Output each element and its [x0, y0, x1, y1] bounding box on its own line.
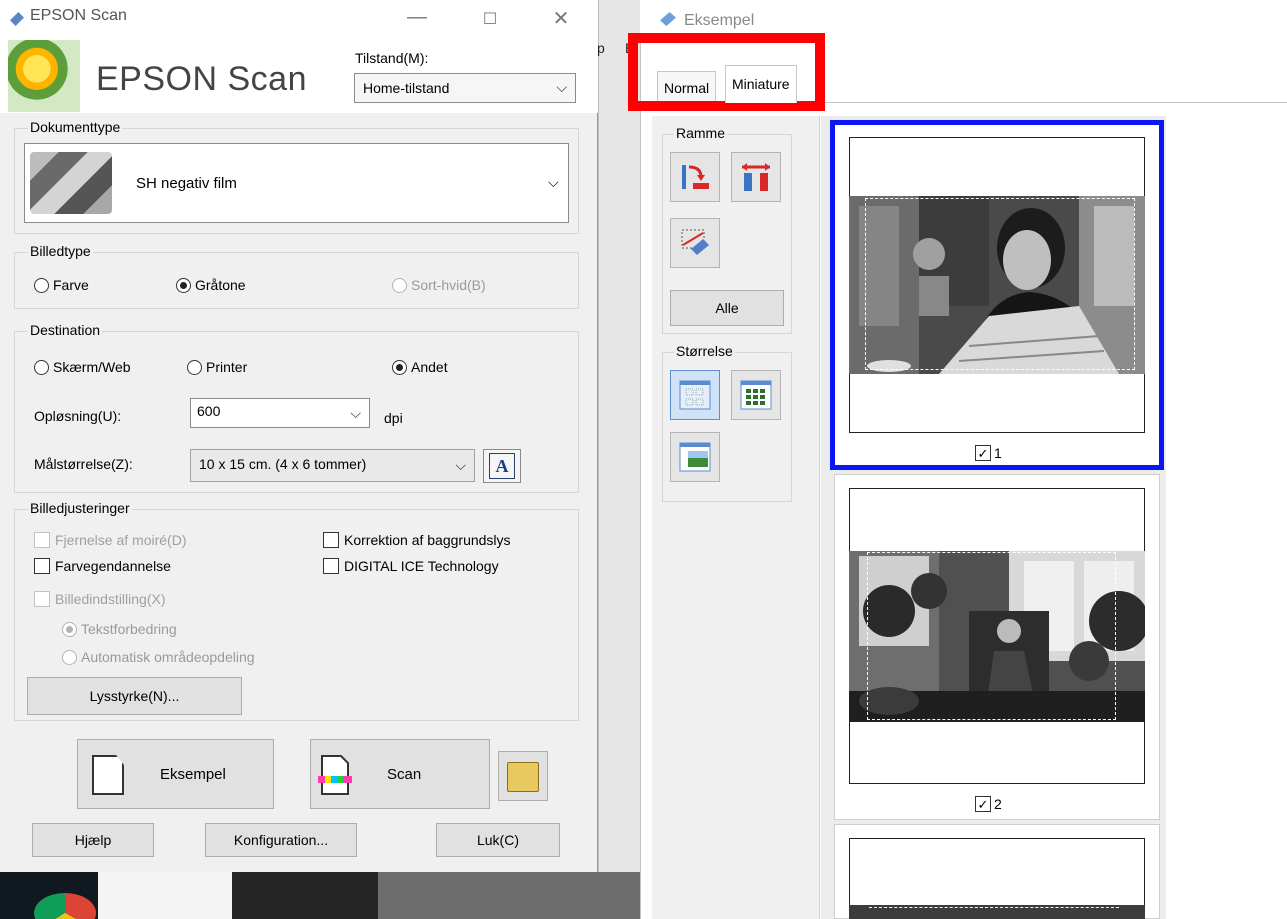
radio-black-white[interactable]: Sort-hvid(B) — [392, 277, 486, 293]
window-title: EPSON Scan — [30, 7, 127, 24]
scan-button[interactable]: Scan — [310, 739, 490, 809]
crop-marquee[interactable] — [865, 198, 1135, 370]
group-title: Ramme — [674, 125, 728, 141]
radio-icon — [34, 277, 49, 293]
preview-window-title: Eksempel — [684, 12, 755, 29]
desktop-window-fragment — [98, 872, 232, 919]
group-title: Størrelse — [674, 343, 735, 359]
target-size-select[interactable]: 10 x 15 cm. (4 x 6 tommer) ⌵ — [190, 449, 475, 482]
radio-auto-area-segmentation[interactable]: Automatisk områdeopdeling — [62, 649, 255, 665]
group-title: Billedjusteringer — [28, 500, 132, 516]
background-window — [598, 0, 640, 872]
thumbnail-size-small-button[interactable] — [670, 370, 720, 420]
all-button[interactable]: Alle — [670, 290, 784, 326]
radio-icon — [187, 359, 202, 375]
crop-marquee[interactable] — [867, 552, 1116, 720]
folder-icon — [507, 762, 539, 792]
radio-printer[interactable]: Printer — [187, 359, 247, 375]
resolution-value: 600 — [197, 403, 221, 419]
checkbox-checked-icon: ✓ — [975, 796, 991, 812]
checkbox-icon — [323, 532, 339, 548]
background-menu-fragment: p — [597, 40, 605, 56]
radio-icon — [62, 649, 77, 665]
desktop-window-fragment — [232, 872, 378, 919]
document-type-value: SH negativ film — [136, 175, 237, 192]
flip-icon — [742, 163, 770, 191]
preview-button-label: Eksempel — [160, 766, 226, 783]
checkbox-checked-icon: ✓ — [975, 445, 991, 461]
crop-marquee[interactable] — [869, 907, 1119, 919]
thumbnail-size-large-button[interactable] — [670, 432, 720, 482]
rotate-frame-button[interactable] — [670, 152, 720, 202]
radio-selected-icon — [62, 621, 77, 637]
brightness-button[interactable]: Lysstyrke(N)... — [27, 677, 242, 715]
checkbox-icon — [323, 558, 339, 574]
film-strip-icon — [30, 152, 112, 214]
tab-miniature[interactable]: Miniature — [725, 65, 797, 103]
scan-button-label: Scan — [387, 766, 422, 783]
radio-grayscale[interactable]: Gråtone — [176, 277, 246, 293]
eraser-icon — [681, 229, 709, 255]
chevron-down-icon: ⌵ — [455, 457, 466, 473]
thumbnail-1-checkbox[interactable]: ✓ 1 — [975, 445, 1002, 461]
checkbox-icon — [34, 532, 50, 548]
configuration-button[interactable]: Konfiguration... — [205, 823, 357, 857]
digital-ice-checkbox[interactable]: DIGITAL ICE Technology — [323, 558, 499, 574]
group-title: Billedtype — [28, 243, 93, 259]
chevron-down-icon: ⌵ — [548, 174, 559, 190]
thumbnail-size-medium-button[interactable] — [731, 370, 781, 420]
maximize-icon[interactable]: ☐ — [475, 9, 505, 29]
target-size-edit-button[interactable]: A — [483, 449, 521, 483]
radio-icon — [392, 277, 407, 293]
checkbox-icon — [34, 591, 50, 607]
radio-selected-icon — [392, 359, 407, 375]
flower-logo-icon — [8, 40, 80, 112]
close-icon[interactable]: ✕ — [546, 6, 576, 31]
document-icon — [92, 755, 124, 795]
mode-value: Home-tilstand — [363, 80, 450, 96]
mode-label: Tilstand(M): — [355, 50, 429, 66]
target-size-value: 10 x 15 cm. (4 x 6 tommer) — [199, 456, 367, 472]
radio-screen-web[interactable]: Skærm/Web — [34, 359, 131, 375]
help-button[interactable]: Hjælp — [32, 823, 154, 857]
radio-icon — [34, 359, 49, 375]
chevron-down-icon: ⌵ — [556, 79, 567, 95]
group-title: Destination — [28, 322, 103, 338]
close-button[interactable]: Luk(C) — [436, 823, 560, 857]
resolution-unit: dpi — [384, 410, 403, 426]
target-size-label: Målstørrelse(Z): — [34, 456, 133, 472]
mode-select[interactable]: Home-tilstand ⌵ — [354, 73, 576, 103]
group-title: Dokumenttype — [28, 119, 123, 135]
font-a-icon: A — [489, 453, 515, 479]
radio-color[interactable]: Farve — [34, 277, 89, 293]
image-type-group — [14, 252, 579, 309]
flip-frame-button[interactable] — [731, 152, 781, 202]
radio-selected-icon — [176, 277, 191, 293]
chevron-down-icon: ⌵ — [350, 405, 361, 421]
epson-scan-logo: EPSON Scan — [96, 60, 307, 98]
thumbnail-2-checkbox[interactable]: ✓ 2 — [975, 796, 1002, 812]
scan-icon — [318, 755, 352, 795]
minimize-icon[interactable]: — — [402, 6, 432, 29]
grid-medium-icon — [740, 380, 772, 410]
preview-button[interactable]: Eksempel — [77, 739, 274, 809]
rotate-icon — [682, 165, 709, 189]
desktop-window-fragment — [378, 872, 640, 919]
erase-frame-button[interactable] — [670, 218, 720, 268]
resolution-input[interactable]: 600 ⌵ — [190, 398, 370, 428]
radio-other[interactable]: Andet — [392, 359, 448, 375]
backlight-correction-checkbox[interactable]: Korrektion af baggrundslys — [323, 532, 511, 548]
image-option-checkbox[interactable]: Billedindstilling(X) — [34, 591, 166, 607]
image-large-icon — [679, 442, 711, 472]
grid-small-icon — [679, 380, 711, 410]
open-folder-button[interactable] — [498, 751, 548, 801]
color-restoration-checkbox[interactable]: Farvegendannelse — [34, 558, 171, 574]
checkbox-icon — [34, 558, 50, 574]
thumbnail-photo-partial — [849, 905, 1145, 919]
resolution-label: Opløsning(U): — [34, 408, 122, 424]
descreening-checkbox[interactable]: Fjernelse af moiré(D) — [34, 532, 186, 548]
radio-text-enhancement[interactable]: Tekstforbedring — [62, 621, 177, 637]
